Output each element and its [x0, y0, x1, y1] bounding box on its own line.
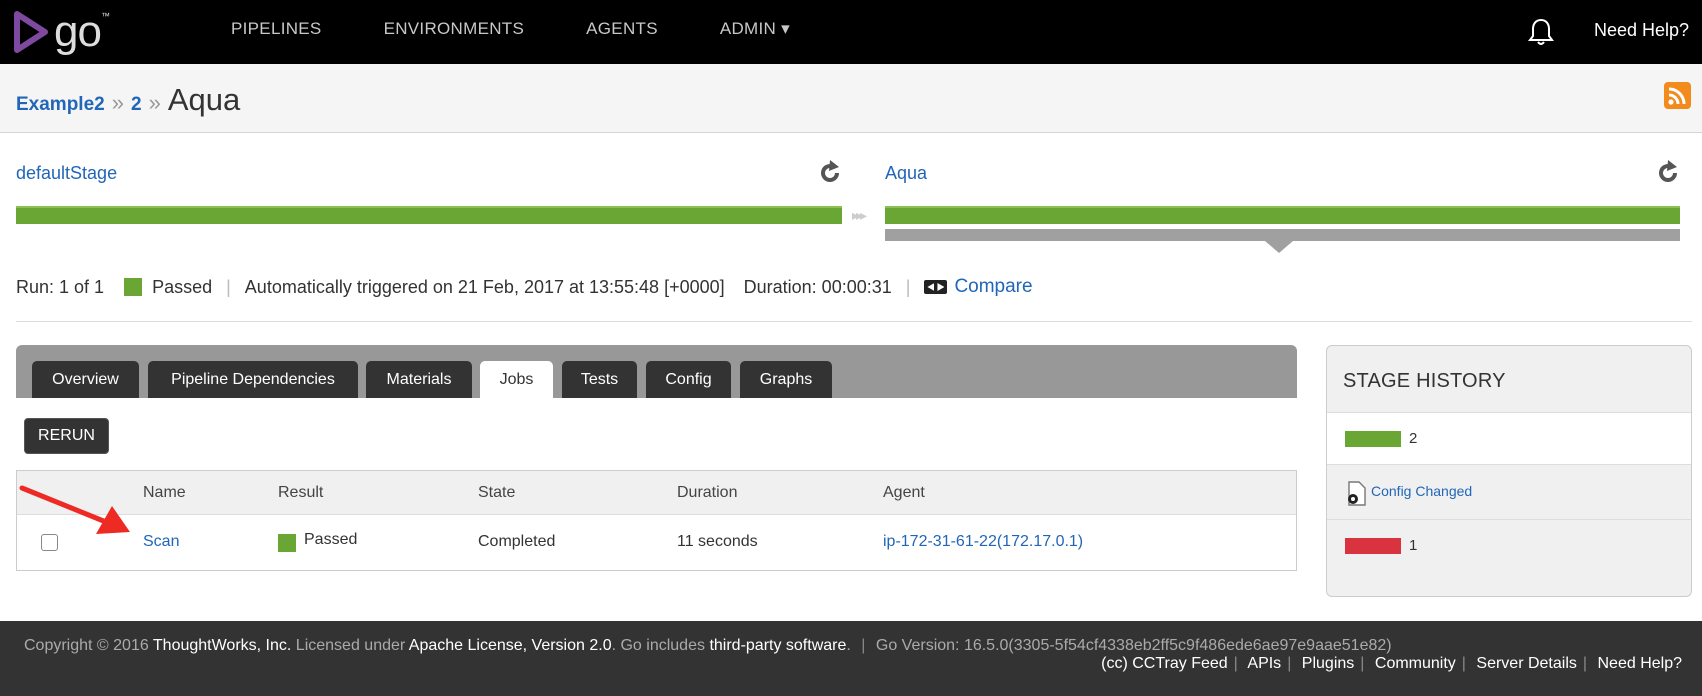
go-logo-icon [14, 11, 48, 53]
rerun-button[interactable]: RERUN [24, 418, 109, 454]
config-changed-icon [1348, 481, 1366, 506]
licensed-text: Licensed under [295, 637, 406, 654]
refresh-icon[interactable] [1655, 160, 1681, 186]
tab-config[interactable]: Config [646, 361, 731, 398]
thoughtworks-link[interactable]: ThoughtWorks, Inc. [153, 637, 291, 654]
copyright-text: Copyright © 2016 [24, 637, 149, 654]
breadcrumb: Example2 » 2 » Aqua [16, 82, 240, 118]
divider: | [1360, 655, 1365, 672]
jobs-table: Name Result State Duration Agent Scan Pa… [16, 470, 1297, 571]
job-result: Passed [304, 531, 358, 548]
stage-history-item[interactable]: 1 [1327, 520, 1691, 572]
stage-history-status-bar [1345, 538, 1401, 554]
plugins-link[interactable]: Plugins [1302, 655, 1354, 672]
apis-link[interactable]: APIs [1247, 655, 1281, 672]
divider: | [1287, 655, 1292, 672]
cctray-feed-link[interactable]: (cc) CCTray Feed [1101, 655, 1228, 672]
breadcrumb-separator: » [148, 90, 161, 115]
stage-history-counter[interactable]: 2 [1409, 430, 1417, 447]
red-arrow-annotation [19, 485, 130, 534]
tab-pipeline-dependencies[interactable]: Pipeline Dependencies [148, 361, 358, 398]
passed-status-icon [278, 534, 296, 552]
breadcrumb-counter[interactable]: 2 [131, 94, 142, 116]
go-logo[interactable]: go™ [14, 6, 110, 58]
breadcrumb-pipeline[interactable]: Example2 [16, 94, 105, 116]
stage-bar-aqua[interactable] [885, 206, 1680, 224]
community-link[interactable]: Community [1375, 655, 1456, 672]
stage-history-panel: STAGE HISTORY 2 Config Changed 1 [1326, 345, 1692, 597]
stage-link-aqua[interactable]: Aqua [885, 163, 927, 184]
third-party-link[interactable]: third-party software [709, 637, 846, 654]
column-header-duration[interactable]: Duration [677, 484, 737, 502]
go-version: Go Version: 16.5.0(3305-5f54cf4338eb2ff5… [875, 637, 1392, 654]
tab-graphs[interactable]: Graphs [740, 361, 832, 398]
divider: | [905, 276, 911, 297]
need-help-link[interactable]: Need Help? [1594, 20, 1689, 41]
nav-pipelines[interactable]: PIPELINES [231, 19, 322, 39]
stage-history-title: STAGE HISTORY [1343, 370, 1506, 392]
table-header [17, 471, 1296, 515]
breadcrumb-separator: » [111, 90, 124, 115]
compare-icon[interactable] [924, 280, 948, 294]
logo-text: go [54, 7, 102, 56]
run-result: Passed [152, 276, 213, 297]
stage-history-counter[interactable]: 1 [1409, 537, 1417, 554]
divider: | [1233, 655, 1238, 672]
column-header-agent[interactable]: Agent [883, 484, 925, 502]
run-duration: Duration: 00:00:31 [743, 276, 892, 297]
main-nav: PIPELINES ENVIRONMENTS AGENTS ADMIN ▾ [231, 0, 790, 58]
tab-tests[interactable]: Tests [562, 361, 637, 398]
logo-tm: ™ [100, 11, 110, 21]
nav-admin-dropdown[interactable]: ADMIN ▾ [720, 19, 790, 39]
column-header-name[interactable]: Name [143, 484, 186, 502]
rss-feed-icon[interactable] [1664, 82, 1691, 109]
apache-license-link[interactable]: Apache License, Version 2.0 [409, 637, 612, 654]
tab-overview[interactable]: Overview [32, 361, 139, 398]
divider: | [1461, 655, 1466, 672]
job-name-link[interactable]: Scan [143, 533, 179, 551]
job-duration: 11 seconds [677, 533, 758, 550]
stage-link-defaultstage[interactable]: defaultStage [16, 163, 117, 184]
job-state: Completed [478, 533, 556, 550]
refresh-icon[interactable] [817, 160, 843, 186]
selected-stage-indicator [885, 229, 1680, 241]
run-counter: Run: 1 of 1 [16, 276, 105, 297]
stage-bar-defaultstage[interactable] [16, 206, 842, 224]
nav-environments[interactable]: ENVIRONMENTS [384, 19, 525, 39]
divider: | [861, 637, 866, 654]
period: . [846, 637, 851, 654]
divider [16, 321, 1692, 322]
column-header-state[interactable]: State [478, 484, 515, 502]
page-header: Example2 » 2 » Aqua [0, 64, 1702, 133]
stage-chevron-icon: ▸▸▸ [852, 207, 867, 223]
tab-materials[interactable]: Materials [366, 361, 472, 398]
page-title: Aqua [167, 82, 241, 117]
config-changed-link[interactable]: Config Changed [1371, 483, 1472, 499]
trigger-info: Automatically triggered on 21 Feb, 2017 … [244, 276, 725, 297]
stage-history-status-bar [1345, 431, 1401, 447]
footer: Copyright © 2016 ThoughtWorks, Inc. Lice… [0, 621, 1702, 696]
job-agent-link[interactable]: ip-172-31-61-22(172.17.0.1) [883, 533, 1083, 551]
stage-history-item[interactable]: 2 [1327, 412, 1691, 465]
selected-stage-pointer [1265, 241, 1293, 253]
divider: | [226, 276, 231, 297]
footer-copyright: Copyright © 2016 ThoughtWorks, Inc. Lice… [24, 637, 1392, 655]
passed-status-icon [124, 278, 143, 296]
compare-link[interactable]: Compare [954, 276, 1032, 298]
divider: | [1582, 655, 1588, 672]
column-header-result[interactable]: Result [278, 484, 323, 502]
tab-jobs[interactable]: Jobs [480, 361, 553, 398]
server-details-link[interactable]: Server Details [1476, 655, 1576, 672]
nav-agents[interactable]: AGENTS [586, 19, 658, 39]
bell-icon[interactable] [1527, 17, 1555, 47]
top-nav: go™ PIPELINES ENVIRONMENTS AGENTS ADMIN … [0, 0, 1702, 64]
footer-links: (cc) CCTray Feed | APIs | Plugins | Communi… [1101, 655, 1682, 673]
includes-text: . Go includes [611, 637, 705, 654]
footer-need-help-link[interactable]: Need Help? [1598, 655, 1683, 672]
run-info: Run: 1 of 1 Passed | Automatically trigg… [16, 276, 1033, 298]
